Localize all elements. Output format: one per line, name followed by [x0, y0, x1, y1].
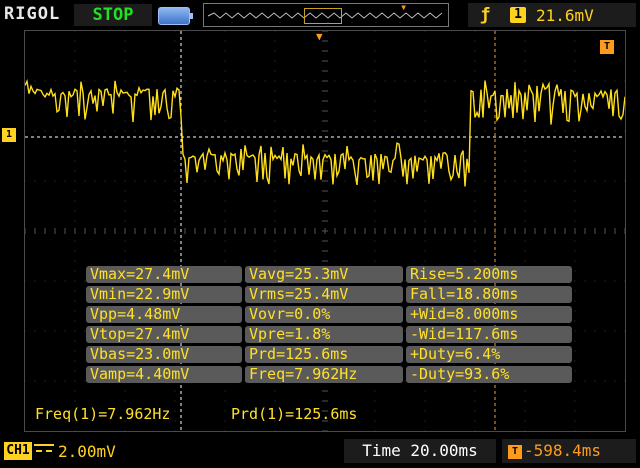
trigger-position-icon: ▾: [400, 0, 408, 14]
trigger-offset[interactable]: T -598.4ms: [502, 439, 636, 463]
measurement-value: Rise=5.200ms: [406, 266, 572, 283]
trigger-level-value: 21.6mV: [536, 6, 594, 25]
memory-window-indicator: ▾: [203, 0, 449, 27]
measurement-value: Vovr=0.0%: [245, 306, 403, 323]
measurement-value: -Wid=117.6ms: [406, 326, 572, 343]
measurement-value: Vrms=25.4mV: [245, 286, 403, 303]
measurement-row: Vmax=27.4mV Vavg=25.3mV Rise=5.200ms: [86, 266, 572, 283]
trigger-offset-icon: T: [508, 444, 522, 459]
vertical-scale[interactable]: 2.00mV: [58, 442, 116, 461]
measurement-value: Vamp=4.40mV: [86, 366, 242, 383]
counter-readout: Freq(1)=7.962Hz Prd(1)=125.6ms: [35, 405, 357, 423]
measurement-value: -Duty=93.6%: [406, 366, 572, 383]
channel1-ground-marker-icon[interactable]: 1: [2, 128, 16, 142]
measurement-row: Vbas=23.0mV Prd=125.6ms +Duty=6.4%: [86, 346, 572, 363]
run-stop-indicator[interactable]: STOP: [74, 4, 152, 26]
measurement-value: Vbas=23.0mV: [86, 346, 242, 363]
measurement-panel: Vmax=27.4mV Vavg=25.3mV Rise=5.200ms Vmin=2…: [86, 266, 572, 386]
trigger-position-marker-icon[interactable]: ▼: [316, 30, 323, 43]
measurement-value: Prd=125.6ms: [245, 346, 403, 363]
trigger-settings[interactable]: ƒ 1 21.6mV: [468, 3, 636, 27]
measurement-value: Vtop=27.4mV: [86, 326, 242, 343]
frequency-counter: Freq(1)=7.962Hz: [35, 405, 171, 423]
measurement-value: Vmax=27.4mV: [86, 266, 242, 283]
measurement-row: Vpp=4.48mV Vovr=0.0% +Wid=8.000ms: [86, 306, 572, 323]
battery-icon: [158, 7, 193, 25]
measurement-value: Vavg=25.3mV: [245, 266, 403, 283]
measurement-row: Vmin=22.9mV Vrms=25.4mV Fall=18.80ms: [86, 286, 572, 303]
memory-view-frame: [304, 8, 342, 24]
measurement-row: Vtop=27.4mV Vpre=1.8% -Wid=117.6ms: [86, 326, 572, 343]
rising-edge-icon: ƒ: [480, 5, 491, 25]
dc-coupling-icon: [34, 444, 54, 460]
measurement-value: Vpp=4.48mV: [86, 306, 242, 323]
measurement-value: +Duty=6.4%: [406, 346, 572, 363]
timebase-setting[interactable]: Time 20.00ms: [344, 439, 496, 463]
trigger-level-marker-icon[interactable]: T: [600, 40, 614, 54]
bottom-status-bar: CH1 2.00mV Time 20.00ms T -598.4ms: [0, 436, 640, 468]
measurement-value: Freq=7.962Hz: [245, 366, 403, 383]
measurement-row: Vamp=4.40mV Freq=7.962Hz -Duty=93.6%: [86, 366, 572, 383]
trigger-offset-value: -598.4ms: [524, 441, 602, 460]
trigger-source-badge: 1: [510, 7, 526, 23]
channel1-label[interactable]: CH1: [4, 442, 32, 460]
measurement-value: Vmin=22.9mV: [86, 286, 242, 303]
brand-logo: RIGOL: [4, 4, 61, 24]
measurement-value: Fall=18.80ms: [406, 286, 572, 303]
period-counter: Prd(1)=125.6ms: [231, 405, 358, 423]
trace-polyline: [25, 78, 625, 187]
top-status-bar: RIGOL STOP ▾ ƒ 1 21.6mV: [0, 0, 640, 30]
measurement-value: +Wid=8.000ms: [406, 306, 572, 323]
measurement-value: Vpre=1.8%: [245, 326, 403, 343]
